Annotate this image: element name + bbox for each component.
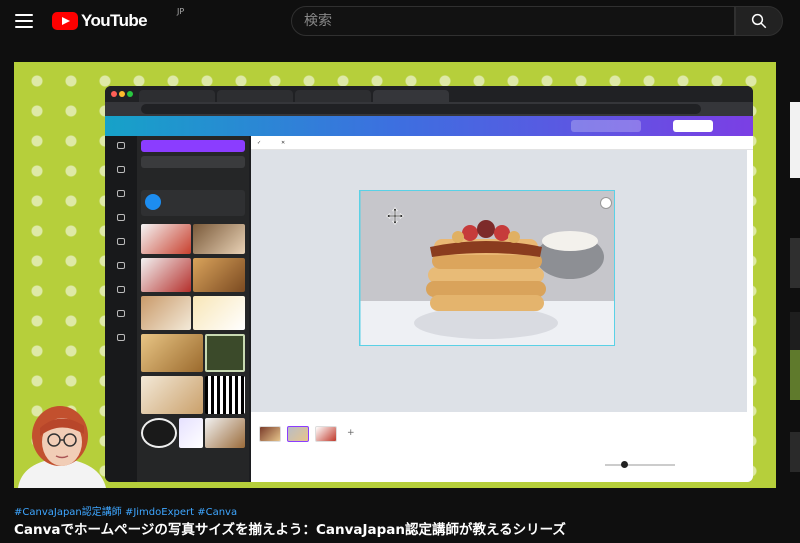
- page-thumbnail: [315, 426, 337, 442]
- canva-pro-pill: [571, 120, 641, 132]
- related-thumbnail[interactable]: [790, 432, 800, 472]
- upload-thumbnail: [141, 224, 191, 254]
- video-hashtags[interactable]: #CanvaJapan認定講師 #JimdoExpert #Canva: [14, 503, 237, 518]
- check-icon: ✓: [257, 140, 262, 146]
- upload-thumbnail: [141, 258, 191, 292]
- maximize-dot-icon: [127, 91, 133, 97]
- related-thumbnail[interactable]: [790, 238, 800, 288]
- url-field: [141, 104, 701, 114]
- page-thumbnail: [287, 426, 309, 442]
- upload-thumbnail: [193, 258, 245, 292]
- record-button: [141, 156, 245, 168]
- pancake-photo: [359, 190, 615, 346]
- rail-item: [109, 190, 133, 210]
- upload-thumbnail: [141, 296, 191, 330]
- add-page-icon: +: [347, 428, 355, 438]
- upload-media-button: [141, 140, 245, 152]
- rail-item: [109, 166, 133, 186]
- rail-item: [109, 214, 133, 234]
- upload-thumbnail: [141, 334, 203, 372]
- top-bar: YouTube JP: [0, 0, 800, 42]
- search-icon: [751, 13, 767, 29]
- editor-canvas: [251, 150, 747, 412]
- rail-item: [109, 334, 133, 354]
- close-dot-icon: [111, 91, 117, 97]
- logo-wordmark: YouTube: [81, 11, 148, 30]
- search-input[interactable]: [304, 13, 734, 29]
- rail-item: [109, 238, 133, 258]
- browser-tab-strip: [105, 86, 753, 102]
- canva-uploads-panel: [137, 136, 249, 482]
- zoom-knob: [621, 461, 628, 468]
- presenter-avatar: [14, 392, 110, 488]
- screen-recording-browser: ✓ ✕ +: [105, 86, 753, 482]
- related-thumbnail[interactable]: [790, 102, 800, 178]
- youtube-play-icon: [52, 12, 78, 30]
- browser-tab: [295, 90, 371, 102]
- minimize-dot-icon: [119, 91, 125, 97]
- browser-tab-active: [373, 90, 449, 102]
- video-title: Canvaでホームページの写真サイズを揃えよう：CanvaJapan認定講師が教…: [14, 522, 566, 538]
- browser-url-bar: [105, 102, 753, 116]
- upload-thumbnail: [205, 376, 245, 414]
- video-player[interactable]: ✓ ✕ +: [14, 62, 776, 488]
- related-thumbnail[interactable]: [790, 350, 800, 400]
- rotate-icon: [600, 197, 612, 209]
- rail-item: [109, 286, 133, 306]
- upload-thumbnail: [193, 224, 245, 254]
- move-cursor-icon: [386, 207, 404, 225]
- upload-thumbnail: [205, 334, 245, 372]
- upload-thumbnail: [141, 376, 203, 414]
- browser-tab: [217, 90, 293, 102]
- zoom-slider: [605, 464, 675, 466]
- related-videos-edge: [790, 62, 800, 543]
- close-icon: ✕: [281, 140, 286, 146]
- upload-thumbnail: [141, 418, 177, 448]
- bg-remover-notice: [141, 190, 245, 216]
- rail-item: [109, 262, 133, 282]
- browser-tab: [139, 90, 215, 102]
- search-box: [291, 6, 735, 36]
- menu-icon[interactable]: [14, 11, 34, 31]
- upload-thumbnail: [205, 418, 245, 448]
- country-code: JP: [177, 7, 185, 16]
- canva-editor-stage: ✓ ✕ +: [251, 136, 753, 482]
- crop-toolbar: ✓ ✕: [251, 136, 753, 150]
- rail-item: [109, 142, 133, 162]
- upload-thumbnail: [179, 418, 203, 448]
- rail-item: [109, 310, 133, 330]
- bg-remover-icon: [145, 194, 161, 210]
- upload-thumbnail: [193, 296, 245, 330]
- canva-top-bar: [105, 116, 753, 136]
- youtube-logo[interactable]: YouTube JP: [52, 7, 184, 31]
- search-button[interactable]: [735, 6, 783, 36]
- page-strip: +: [251, 418, 753, 482]
- panel-tabs: [141, 172, 245, 182]
- page-thumbnail: [259, 426, 281, 442]
- download-pill: [673, 120, 713, 132]
